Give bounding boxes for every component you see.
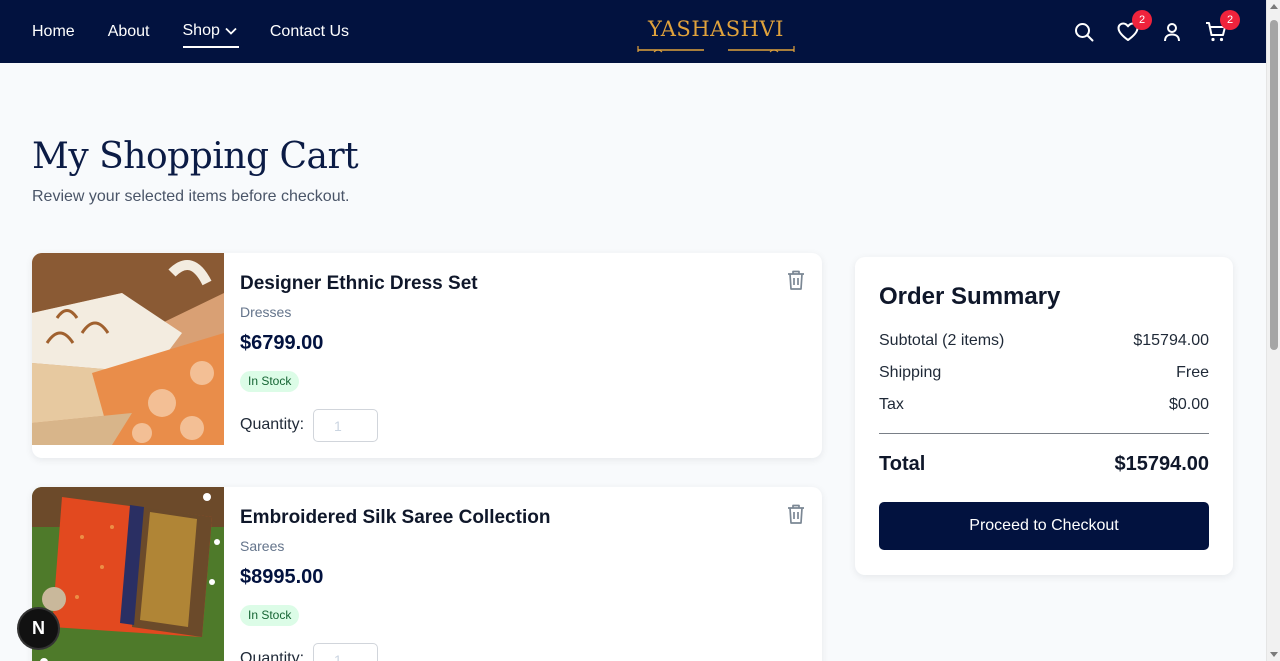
page-title: My Shopping Cart [32,136,359,177]
shipping-value: Free [1176,364,1209,381]
subtotal-label: Subtotal (2 items) [879,332,1005,349]
page-scrollbar[interactable] [1266,0,1280,661]
order-summary-panel: Order Summary Subtotal (2 items) $15794.… [855,257,1233,575]
trash-icon[interactable] [786,503,806,525]
cart-button[interactable]: 2 [1204,9,1240,44]
summary-divider [879,433,1209,434]
quantity-label: Quantity: [240,416,305,433]
user-icon[interactable] [1160,20,1184,44]
stock-status-badge: In Stock [240,371,300,392]
brand-name: YASHASHVI [648,17,784,41]
page-subtitle: Review your selected items before checko… [32,188,350,205]
stock-status-badge: In Stock [240,605,300,626]
product-category: Dresses [240,304,292,320]
tax-value: $0.00 [1168,396,1209,413]
total-row: Total $15794.00 [879,453,1209,476]
product-name[interactable]: Designer Ethnic Dress Set [240,273,478,295]
product-image[interactable] [32,487,224,661]
nav-link-shop[interactable]: Shop [182,21,240,48]
brand-logo[interactable]: YASHASHVI [636,14,796,54]
nav-link-contact[interactable]: Contact Us [270,23,349,41]
chevron-down-icon [225,27,237,35]
floating-n-button[interactable]: N [19,609,58,648]
tax-label: Tax [879,396,904,413]
order-summary-title: Order Summary [879,283,1061,310]
quantity-input[interactable] [313,643,378,661]
product-price: $8995.00 [240,566,324,588]
wishlist-count-badge: 2 [1132,9,1152,30]
scroll-down-arrow-icon[interactable] [1270,652,1278,657]
shipping-row: Shipping Free [879,364,1209,382]
cart-item: Embroidered Silk Saree Collection Sarees… [32,487,822,661]
scrollbar-thumb[interactable] [1270,20,1278,350]
search-icon[interactable] [1072,20,1096,44]
nav-link-shop-label: Shop [182,21,220,39]
shipping-label: Shipping [879,364,942,381]
main-nav: Home About Shop Contact Us [32,0,382,63]
nav-actions: 2 2 [1052,0,1240,63]
product-price: $6799.00 [240,332,324,354]
nav-link-home[interactable]: Home [32,23,75,41]
total-value: $15794.00 [1114,453,1209,475]
cart-item: Designer Ethnic Dress Set Dresses $6799.… [32,253,822,458]
subtotal-row: Subtotal (2 items) $15794.00 [879,332,1209,350]
brand-ornament-icon [637,46,795,53]
quantity-input[interactable] [313,409,378,442]
proceed-to-checkout-button[interactable]: Proceed to Checkout [879,502,1209,550]
top-navbar: Home About Shop Contact Us YASHASHVI 2 2 [0,0,1266,63]
tax-row: Tax $0.00 [879,396,1209,414]
product-name[interactable]: Embroidered Silk Saree Collection [240,507,550,529]
scroll-up-arrow-icon[interactable] [1270,4,1278,9]
nav-link-about[interactable]: About [108,23,150,41]
quantity-label: Quantity: [240,650,305,661]
subtotal-value: $15794.00 [1133,332,1209,349]
product-image[interactable] [32,253,224,445]
total-label: Total [879,453,926,475]
trash-icon[interactable] [786,269,806,291]
wishlist-button[interactable]: 2 [1116,9,1152,44]
cart-count-badge: 2 [1220,9,1240,30]
product-category: Sarees [240,538,285,554]
